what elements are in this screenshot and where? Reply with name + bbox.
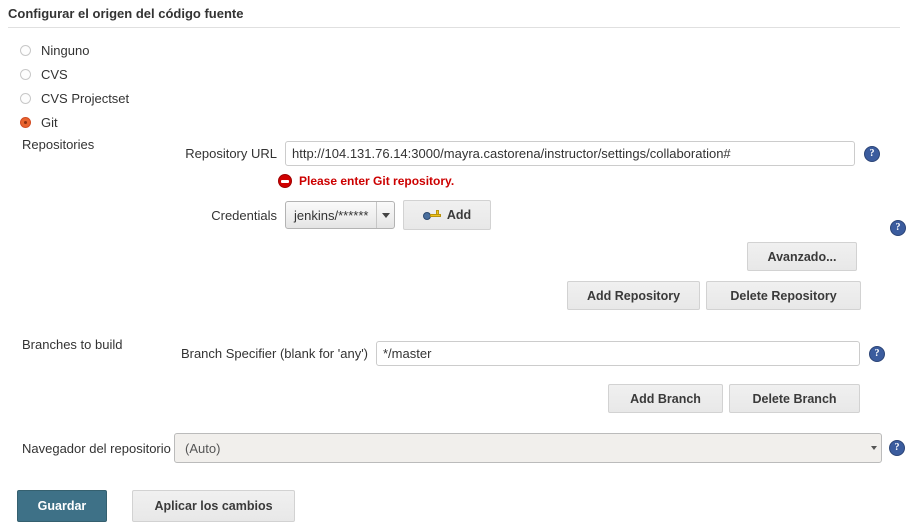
error-icon: [278, 174, 292, 188]
branch-specifier-label: Branch Specifier (blank for 'any'): [180, 346, 376, 361]
repository-url-label: Repository URL: [180, 146, 285, 161]
help-icon-credentials[interactable]: ?: [890, 220, 906, 236]
radio-icon-cvs-projectset[interactable]: [20, 93, 31, 104]
radio-option-cvs-projectset[interactable]: CVS Projectset: [0, 86, 920, 110]
help-icon-repository-url[interactable]: ?: [864, 146, 880, 162]
save-button[interactable]: Guardar: [17, 490, 107, 522]
branches-section-label: Branches to build: [0, 336, 180, 354]
repository-url-error: Please enter Git repository.: [278, 174, 454, 188]
credentials-row: Credentials jenkins/****** Add: [180, 200, 920, 230]
credentials-select-value: jenkins/******: [286, 208, 376, 223]
help-icon-repo-browser[interactable]: ?: [889, 440, 905, 456]
repositories-section-label: Repositories: [0, 136, 180, 154]
add-credentials-button[interactable]: Add: [403, 200, 491, 230]
advanced-button[interactable]: Avanzado...: [747, 242, 857, 271]
help-icon-branch-specifier[interactable]: ?: [869, 346, 885, 362]
add-repository-button[interactable]: Add Repository: [567, 281, 700, 310]
repository-url-input[interactable]: [285, 141, 855, 166]
radio-icon-ninguno[interactable]: [20, 45, 31, 56]
credentials-select[interactable]: jenkins/******: [285, 201, 395, 229]
radio-icon-git[interactable]: [20, 117, 31, 128]
repository-url-error-text: Please enter Git repository.: [299, 174, 454, 188]
radio-option-ninguno[interactable]: Ninguno: [0, 38, 920, 62]
chevron-down-icon[interactable]: [376, 202, 394, 228]
scm-radio-group: Ninguno CVS CVS Projectset Git: [0, 28, 920, 134]
repo-browser-select[interactable]: (Auto): [174, 433, 882, 463]
radio-label-cvs-projectset: CVS Projectset: [41, 91, 129, 106]
page-title: Configurar el origen del código fuente: [0, 0, 920, 27]
radio-label-git: Git: [41, 115, 58, 130]
branch-specifier-row: Branch Specifier (blank for 'any') ?: [180, 341, 920, 366]
radio-option-cvs[interactable]: CVS: [0, 62, 920, 86]
radio-icon-cvs[interactable]: [20, 69, 31, 80]
repo-browser-label: Navegador del repositorio: [22, 441, 174, 456]
repo-browser-row: Navegador del repositorio (Auto) ?: [0, 433, 920, 463]
repository-url-row: Repository URL ?: [180, 141, 920, 166]
branch-specifier-input[interactable]: [376, 341, 860, 366]
delete-repository-button[interactable]: Delete Repository: [706, 281, 861, 310]
add-branch-button[interactable]: Add Branch: [608, 384, 723, 413]
key-icon: [423, 209, 441, 221]
apply-changes-button[interactable]: Aplicar los cambios: [132, 490, 295, 522]
radio-label-ninguno: Ninguno: [41, 43, 89, 58]
radio-label-cvs: CVS: [41, 67, 68, 82]
radio-option-git[interactable]: Git: [0, 110, 920, 134]
repo-browser-select-value: (Auto): [175, 441, 867, 456]
chevron-down-icon-repo-browser[interactable]: [867, 446, 881, 450]
add-credentials-label: Add: [447, 208, 471, 222]
delete-branch-button[interactable]: Delete Branch: [729, 384, 860, 413]
credentials-label: Credentials: [180, 208, 285, 223]
